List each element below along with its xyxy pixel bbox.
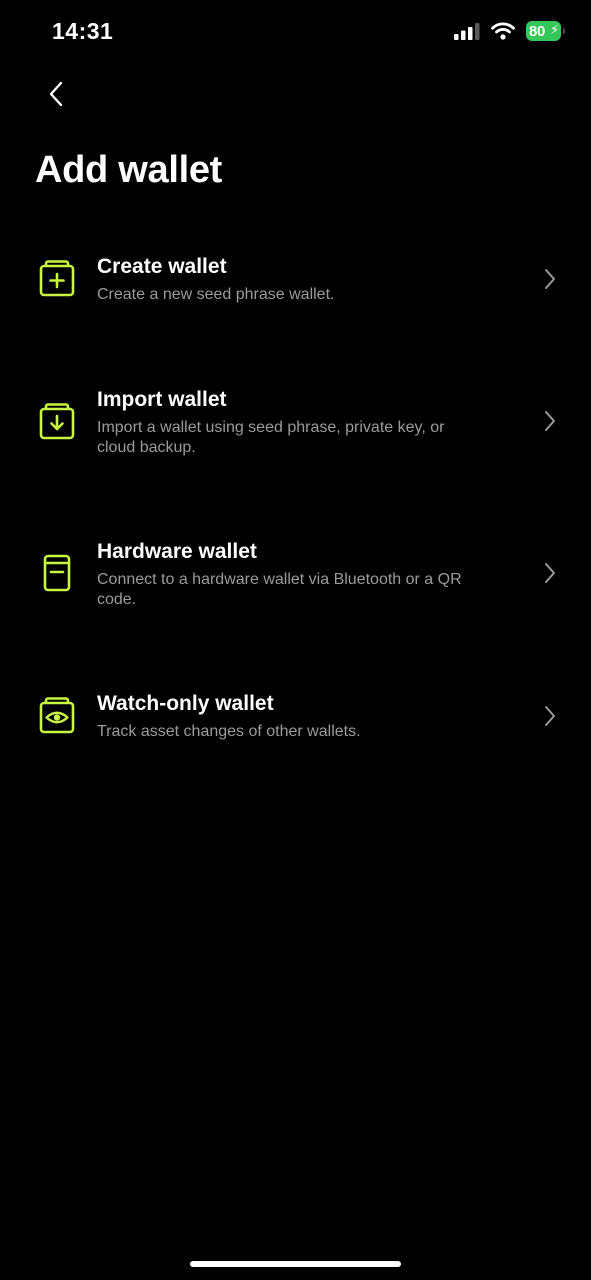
wallet-eye-icon [39, 697, 75, 734]
hardware-wallet-description: Connect to a hardware wallet via Bluetoo… [97, 571, 462, 608]
hardware-wallet-icon [43, 554, 71, 592]
battery-cap [563, 28, 565, 34]
watch-only-wallet-option[interactable]: Watch-only wallet Track asset changes of… [0, 687, 591, 757]
wifi-icon [491, 22, 515, 40]
hardware-wallet-option[interactable]: Hardware wallet Connect to a hardware wa… [0, 535, 591, 615]
watch-only-wallet-title: Watch-only wallet [97, 692, 274, 715]
create-wallet-text: Create wallet Create a new seed phrase w… [97, 254, 487, 305]
wallet-download-icon [39, 403, 75, 440]
import-wallet-text: Import wallet Import a wallet using seed… [97, 387, 487, 458]
hardware-wallet-text: Hardware wallet Connect to a hardware wa… [97, 539, 487, 610]
battery-icon: 80 ⚡ [526, 21, 565, 41]
chevron-left-icon [49, 81, 63, 107]
charging-bolt-icon: ⚡ [550, 22, 559, 37]
import-wallet-option[interactable]: Import wallet Import a wallet using seed… [0, 383, 591, 463]
chevron-right-icon [545, 706, 555, 726]
create-wallet-title: Create wallet [97, 255, 227, 278]
page-title: Add wallet [35, 149, 223, 191]
status-bar: 14:31 80 ⚡ [0, 0, 591, 64]
import-wallet-title: Import wallet [97, 388, 227, 411]
status-time: 14:31 [52, 18, 114, 44]
create-wallet-description: Create a new seed phrase wallet. [97, 286, 335, 303]
back-button[interactable] [38, 74, 74, 114]
status-icons: 80 ⚡ [454, 21, 565, 41]
create-wallet-option[interactable]: Create wallet Create a new seed phrase w… [0, 250, 591, 320]
chevron-right-icon [545, 269, 555, 289]
chevron-right-icon [545, 563, 555, 583]
battery-level: 80 [529, 22, 546, 40]
watch-only-wallet-description: Track asset changes of other wallets. [97, 723, 361, 740]
import-wallet-description: Import a wallet using seed phrase, priva… [97, 419, 445, 456]
wallet-plus-icon [39, 260, 75, 297]
chevron-right-icon [545, 411, 555, 431]
hardware-wallet-title: Hardware wallet [97, 540, 257, 563]
home-indicator[interactable] [190, 1261, 401, 1267]
watch-only-wallet-text: Watch-only wallet Track asset changes of… [97, 691, 487, 742]
signal-icon [454, 23, 480, 40]
